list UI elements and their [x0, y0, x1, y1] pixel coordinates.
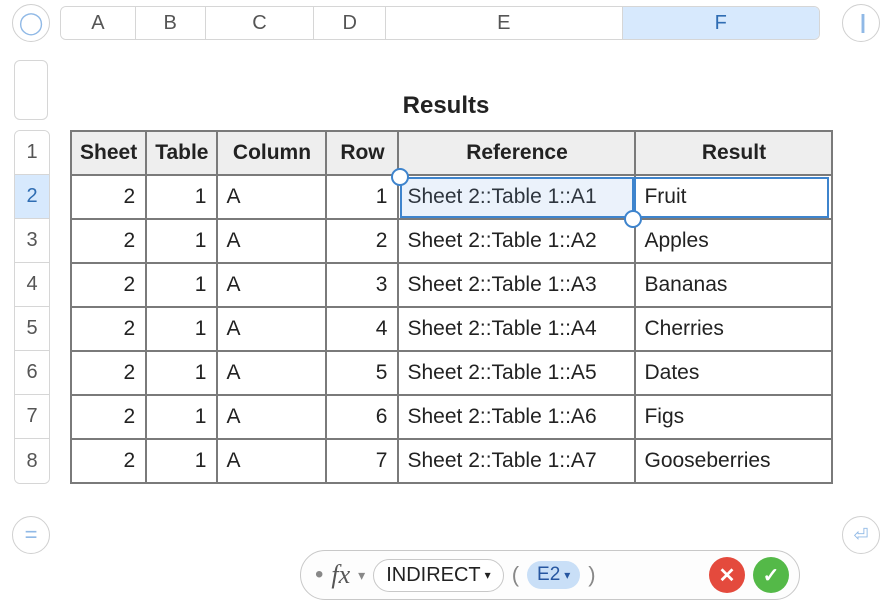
table-row: 2 1 A 6 Sheet 2::Table 1::A6 Figs — [71, 395, 832, 439]
cell[interactable]: 6 — [326, 395, 398, 439]
table-header-row: Sheet Table Column Row Reference Result — [71, 131, 832, 175]
cell[interactable]: 1 — [146, 263, 217, 307]
function-pill[interactable]: INDIRECT ▾ — [373, 559, 503, 592]
cell[interactable]: Dates — [635, 351, 832, 395]
check-icon: ✓ — [763, 563, 780, 588]
column-header-a[interactable]: A — [61, 7, 136, 39]
table-title: Results — [0, 92, 892, 120]
column-header-f[interactable]: F — [623, 7, 819, 39]
cell[interactable]: A — [217, 307, 326, 351]
cell[interactable]: Sheet 2::Table 1::A4 — [398, 307, 635, 351]
argument-pill[interactable]: E2 ▾ — [527, 561, 580, 589]
cell[interactable]: A — [217, 395, 326, 439]
cell[interactable]: 1 — [146, 351, 217, 395]
cell[interactable]: 2 — [71, 263, 146, 307]
formula-bar[interactable]: • fx ▾ INDIRECT ▾ ( E2 ▾ ) ✕ ✓ — [300, 550, 800, 600]
row-header-4[interactable]: 4 — [15, 263, 49, 307]
cell[interactable]: Sheet 2::Table 1::A1 — [398, 175, 635, 219]
cell[interactable]: 1 — [146, 439, 217, 483]
function-name: INDIRECT — [386, 564, 480, 587]
column-header-b[interactable]: B — [136, 7, 206, 39]
cell[interactable]: A — [217, 175, 326, 219]
cell[interactable]: 4 — [326, 307, 398, 351]
row-header-8[interactable]: 8 — [15, 439, 49, 483]
chevron-down-icon: ▾ — [564, 568, 570, 582]
table-row: 2 1 A 5 Sheet 2::Table 1::A5 Dates — [71, 351, 832, 395]
table-row: 2 1 A 2 Sheet 2::Table 1::A2 Apples — [71, 219, 832, 263]
th-reference[interactable]: Reference — [398, 131, 635, 175]
cell[interactable]: A — [217, 219, 326, 263]
cell[interactable]: 7 — [326, 439, 398, 483]
cell[interactable]: Bananas — [635, 263, 832, 307]
column-header-row: A B C D E F — [60, 6, 820, 40]
return-icon: ⏎ — [853, 525, 868, 546]
table-body: 2 1 A 1 Sheet 2::Table 1::A1 Fruit 2 1 A… — [71, 175, 832, 483]
cell[interactable]: Figs — [635, 395, 832, 439]
chevron-down-icon: ▾ — [485, 568, 491, 582]
close-icon: ✕ — [719, 563, 736, 588]
table-row: 2 1 A 3 Sheet 2::Table 1::A3 Bananas — [71, 263, 832, 307]
fx-label[interactable]: fx — [331, 560, 350, 590]
pause-icon: || — [860, 12, 862, 35]
row-header-column: 1 2 3 4 5 6 7 8 — [14, 130, 50, 484]
close-paren: ) — [588, 562, 595, 588]
cell[interactable]: 1 — [326, 175, 398, 219]
row-header-1[interactable]: 1 — [15, 131, 49, 175]
cell[interactable]: Sheet 2::Table 1::A5 — [398, 351, 635, 395]
th-table[interactable]: Table — [146, 131, 217, 175]
row-header-7[interactable]: 7 — [15, 395, 49, 439]
column-header-c[interactable]: C — [206, 7, 315, 39]
cell[interactable]: A — [217, 351, 326, 395]
cell[interactable]: Sheet 2::Table 1::A6 — [398, 395, 635, 439]
corner-circle-button-bl[interactable]: = — [12, 516, 50, 554]
cell[interactable]: 2 — [71, 395, 146, 439]
cell[interactable]: 2 — [71, 219, 146, 263]
th-column[interactable]: Column — [217, 131, 326, 175]
cell[interactable]: 1 — [146, 307, 217, 351]
cell[interactable]: 2 — [71, 307, 146, 351]
cell[interactable]: 2 — [326, 219, 398, 263]
cell[interactable]: 2 — [71, 175, 146, 219]
argument-text: E2 — [537, 564, 560, 586]
cell[interactable]: 1 — [146, 175, 217, 219]
cell[interactable]: A — [217, 263, 326, 307]
cell[interactable]: Gooseberries — [635, 439, 832, 483]
cell[interactable]: A — [217, 439, 326, 483]
th-sheet[interactable]: Sheet — [71, 131, 146, 175]
cell[interactable]: Sheet 2::Table 1::A3 — [398, 263, 635, 307]
cell[interactable]: Cherries — [635, 307, 832, 351]
cell[interactable]: 5 — [326, 351, 398, 395]
results-table: Sheet Table Column Row Reference Result … — [70, 130, 833, 484]
chevron-down-icon[interactable]: ▾ — [358, 567, 365, 584]
cell[interactable]: 2 — [71, 351, 146, 395]
equals-icon: = — [25, 522, 38, 548]
cell[interactable]: 1 — [146, 219, 217, 263]
confirm-button[interactable]: ✓ — [753, 557, 789, 593]
cell[interactable]: Sheet 2::Table 1::A7 — [398, 439, 635, 483]
circle-icon: ◯ — [19, 10, 44, 36]
cancel-button[interactable]: ✕ — [709, 557, 745, 593]
table-row: 2 1 A 1 Sheet 2::Table 1::A1 Fruit — [71, 175, 832, 219]
row-header-2[interactable]: 2 — [15, 175, 49, 219]
th-row[interactable]: Row — [326, 131, 398, 175]
corner-circle-button-tl[interactable]: ◯ — [12, 4, 50, 42]
table-row: 2 1 A 4 Sheet 2::Table 1::A4 Cherries — [71, 307, 832, 351]
th-result[interactable]: Result — [635, 131, 832, 175]
cell[interactable]: 1 — [146, 395, 217, 439]
open-paren: ( — [512, 562, 519, 588]
corner-circle-button-tr[interactable]: || — [842, 4, 880, 42]
row-header-3[interactable]: 3 — [15, 219, 49, 263]
column-header-e[interactable]: E — [386, 7, 622, 39]
cell[interactable]: 3 — [326, 263, 398, 307]
column-header-d[interactable]: D — [314, 7, 386, 39]
row-header-6[interactable]: 6 — [15, 351, 49, 395]
cell[interactable]: Sheet 2::Table 1::A2 — [398, 219, 635, 263]
row-header-5[interactable]: 5 — [15, 307, 49, 351]
cell[interactable]: Fruit — [635, 175, 832, 219]
cell[interactable]: 2 — [71, 439, 146, 483]
cell[interactable]: Apples — [635, 219, 832, 263]
corner-circle-button-br[interactable]: ⏎ — [842, 516, 880, 554]
table-row: 2 1 A 7 Sheet 2::Table 1::A7 Gooseberrie… — [71, 439, 832, 483]
